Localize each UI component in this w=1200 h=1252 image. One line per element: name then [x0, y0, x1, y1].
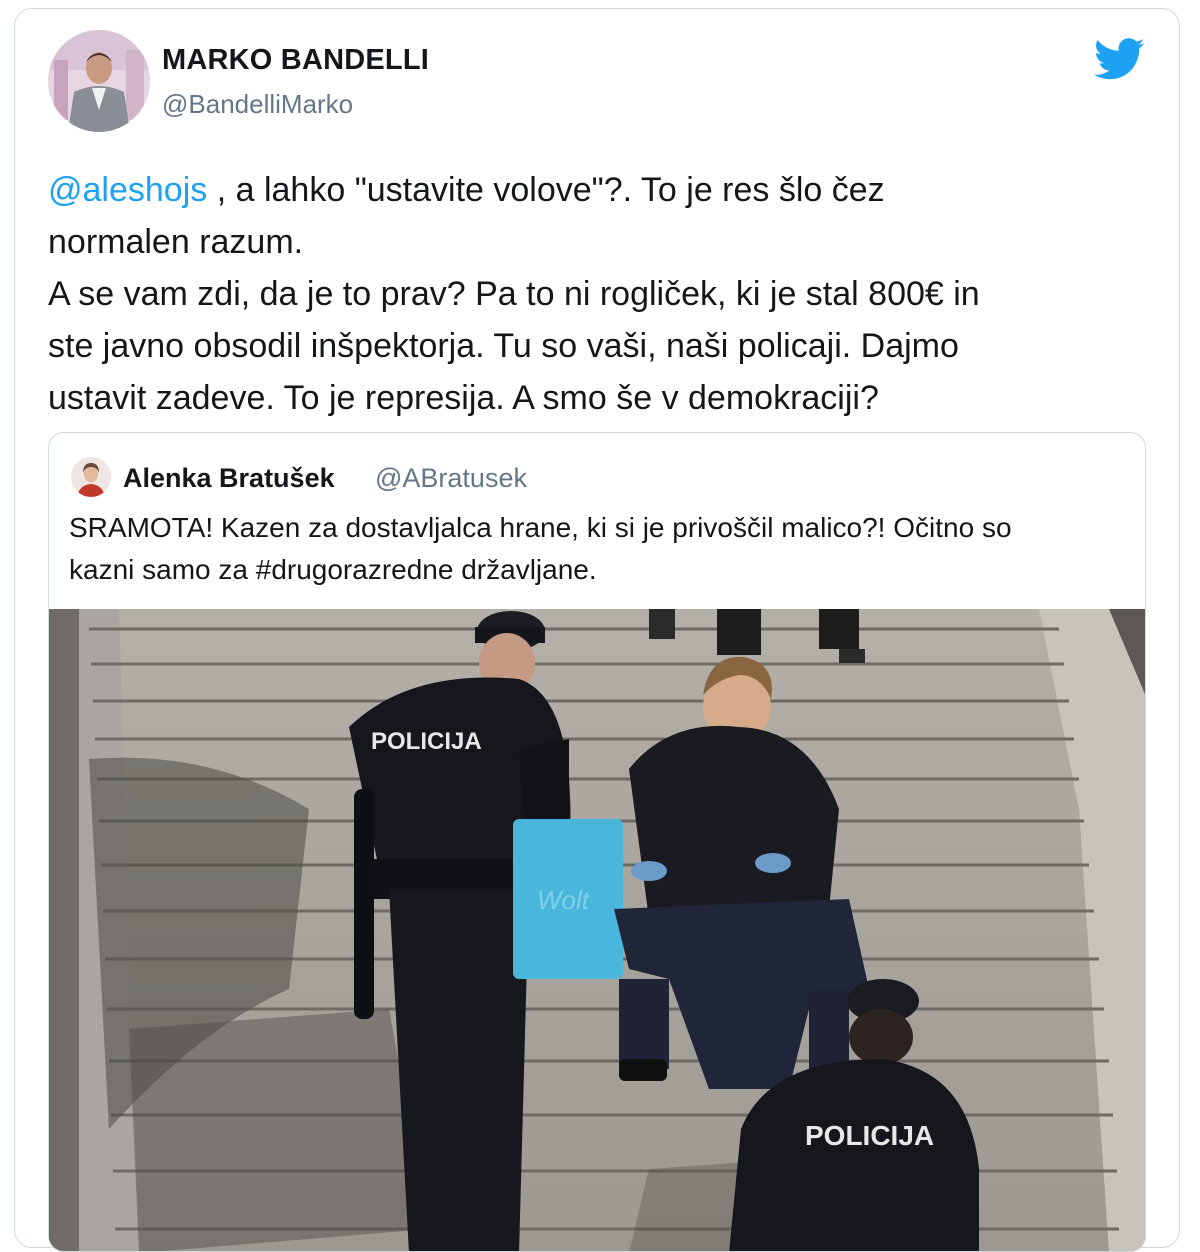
tweet-text-line-2: normalen razum.: [48, 223, 304, 261]
tweet-text-segment: , a lahko "ustavite volove"?. To je res …: [207, 171, 885, 209]
police-badge-left: POLICIJA: [371, 728, 482, 755]
quoted-author-handle[interactable]: @ABratusek: [375, 463, 527, 494]
wolt-logo: Wolt: [537, 885, 591, 915]
tweet-text-line-3: A se vam zdi, da je to prav? Pa to ni ro…: [48, 275, 980, 313]
tweet-text-line-4: ste javno obsodil inšpektorja. Tu so vaš…: [48, 327, 959, 365]
mention-link[interactable]: @aleshojs: [48, 171, 207, 209]
author-handle[interactable]: @BandelliMarko: [162, 89, 353, 120]
quoted-text-line-1: SRAMOTA! Kazen za dostavljalca hrane, ki…: [69, 512, 1012, 543]
tweet-text-line-5: ustavit zadeve. To je represija. A smo š…: [48, 379, 879, 417]
quoted-author-avatar[interactable]: [71, 457, 111, 497]
quoted-author-name[interactable]: Alenka Bratušek: [123, 463, 335, 494]
tweet-text: @aleshojs , a lahko "ustavite volove"?. …: [48, 164, 1158, 424]
author-avatar[interactable]: [48, 30, 150, 132]
author-display-name[interactable]: MARKO BANDELLI: [162, 44, 429, 77]
quoted-tweet-photo[interactable]: POLICIJA Wolt POLICIJA: [49, 609, 1145, 1251]
twitter-bird-icon[interactable]: [1093, 38, 1146, 80]
tweet-text-line-1: @aleshojs , a lahko "ustavite volove"?. …: [48, 164, 1158, 216]
quoted-tweet[interactable]: Alenka Bratušek @ABratusek SRAMOTA! Kaze…: [48, 432, 1146, 1252]
police-badge-right: POLICIJA: [805, 1120, 934, 1151]
quoted-tweet-text: SRAMOTA! Kazen za dostavljalca hrane, ki…: [69, 507, 1129, 591]
quoted-text-line-2: kazni samo za #drugorazredne državljane.: [69, 554, 597, 585]
